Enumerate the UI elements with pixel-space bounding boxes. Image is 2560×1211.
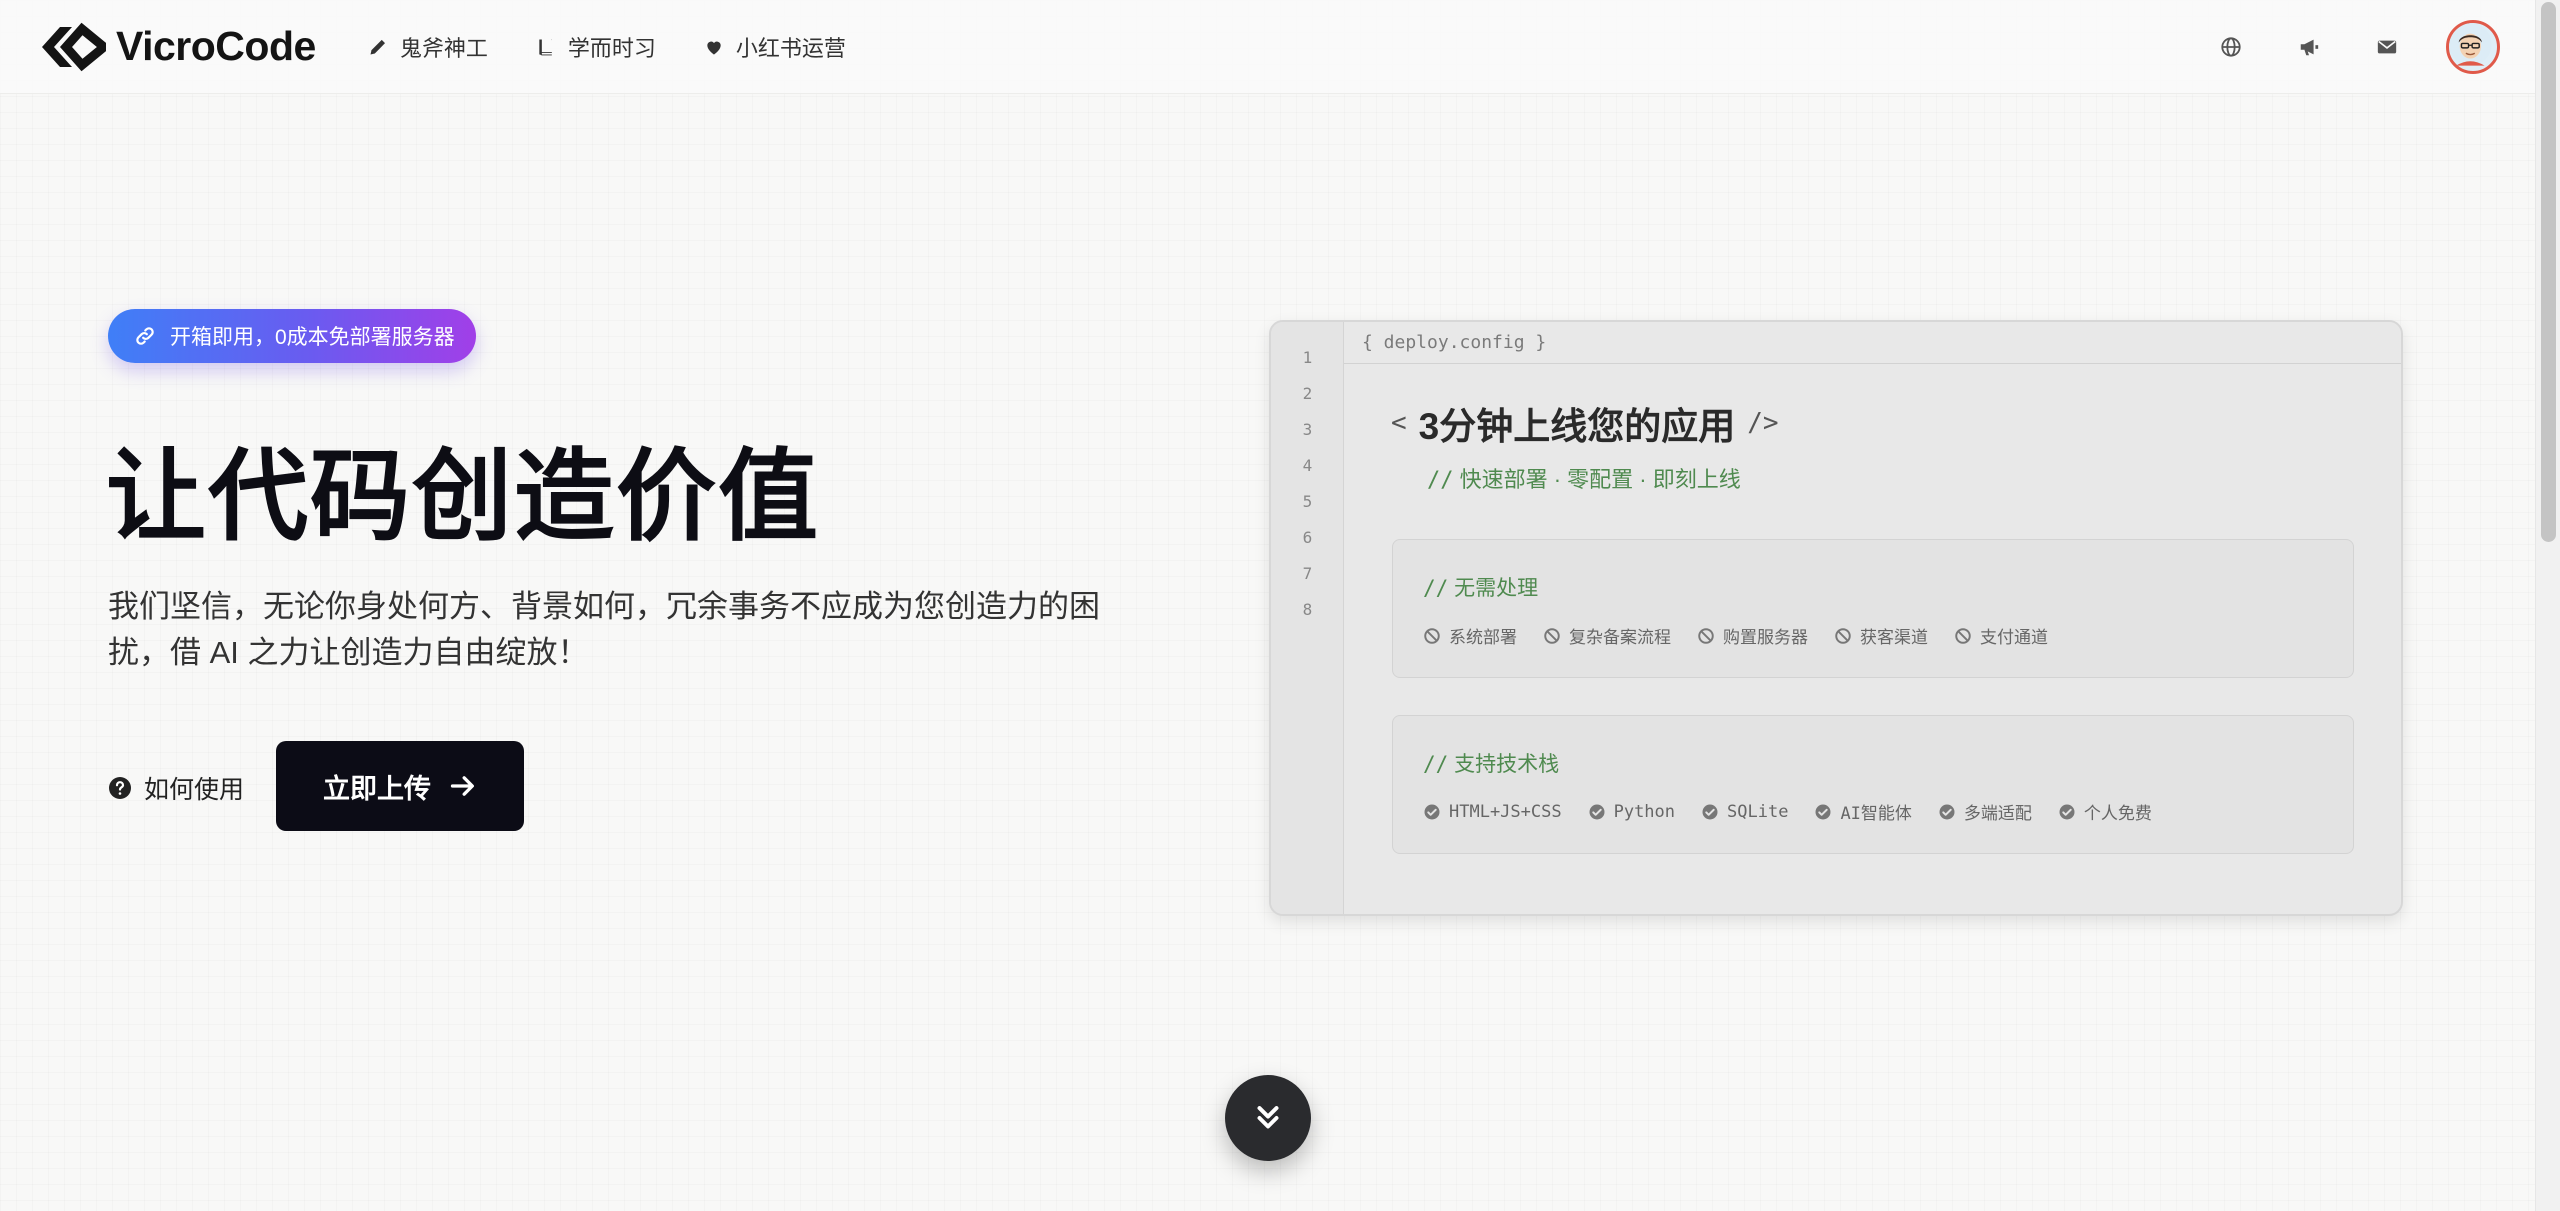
mail-icon[interactable]	[2376, 36, 2398, 58]
line-number: 6	[1302, 528, 1313, 547]
list-item: HTML+JS+CSS	[1423, 799, 1562, 824]
list-item-label: 个人免费	[2083, 804, 2152, 824]
logo[interactable]: VicroCode	[40, 21, 316, 73]
list-item-label: 系统部署	[1449, 628, 1517, 648]
page-scrollbar[interactable]	[2535, 0, 2560, 1211]
list-item-label: 获客渠道	[1860, 628, 1928, 648]
double-chevron-down-icon	[1257, 1106, 1279, 1129]
list-item: AI智能体	[1814, 799, 1912, 824]
ban-icon	[1544, 627, 1560, 644]
how-to-use-label: 如何使用	[144, 776, 245, 804]
check-circle-icon	[1702, 804, 1718, 819]
upload-button-label: 立即上传	[323, 773, 431, 804]
list-item: 购置服务器	[1697, 623, 1808, 648]
list-item: 复杂备案流程	[1543, 623, 1671, 648]
tag-close: />	[1747, 408, 1779, 438]
link-icon	[136, 327, 154, 345]
list-item: Python	[1588, 799, 1675, 824]
list-item-label: 复杂备案流程	[1569, 628, 1671, 648]
hero-description: 我们坚信，无论你身处何方、背景如何，冗余事务不应成为您创造力的困扰，借 AI 之…	[108, 589, 1100, 670]
vicrocode-logo-icon	[42, 22, 106, 71]
upload-now-button[interactable]: 立即上传	[276, 741, 524, 831]
file-tab: { deploy.config }	[1344, 322, 2401, 364]
block-title: // 支持技术栈	[1423, 748, 1559, 778]
line-number: 1	[1302, 348, 1313, 367]
scroll-down-button[interactable]	[1225, 1075, 1311, 1161]
top-navigation-bar: VicroCode 鬼斧神工 学而时习 小红书运营	[0, 0, 2535, 94]
how-to-use-link[interactable]: 如何使用	[108, 770, 244, 806]
list-item: 个人免费	[2058, 799, 2152, 824]
nav-item-label: 小红书运营	[735, 35, 846, 61]
check-circle-icon	[1424, 804, 1440, 819]
ban-icon	[1835, 627, 1851, 644]
pencil-icon	[370, 39, 385, 54]
header-actions	[2220, 0, 2535, 94]
line-number: 5	[1302, 492, 1313, 511]
line-number: 4	[1302, 456, 1313, 475]
nav-item-xueer[interactable]: 学而时习	[536, 31, 656, 63]
comment-prefix: //	[1423, 576, 1449, 600]
code-title: 3分钟上线您的应用	[1418, 406, 1736, 447]
line-number: 7	[1302, 564, 1313, 583]
check-circle-icon	[2059, 804, 2075, 819]
block-title: // 无需处理	[1423, 572, 1538, 602]
feature-badge: 开箱即用，0成本免部署服务器	[108, 309, 476, 363]
ban-icon	[1698, 627, 1714, 644]
list-item-label: 支付通道	[1980, 628, 2048, 648]
hero-title: 让代码创造价值	[106, 441, 820, 553]
logo-text: VicroCode	[116, 23, 316, 69]
no-need-block: // 无需处理 系统部署 复杂备案流程 购置服务器 获客渠道 支付通道	[1392, 539, 2354, 678]
user-avatar-icon	[2449, 23, 2492, 66]
line-number: 2	[1302, 384, 1313, 403]
code-subtitle: // 快速部署 · 零配置 · 即刻上线	[1427, 462, 1741, 494]
line-number-gutter: 1 2 3 4 5 6 7 8	[1271, 322, 1344, 914]
code-heading: < 3分钟上线您的应用 />	[1391, 396, 1779, 450]
list-item-label: Python	[1613, 801, 1676, 822]
list-item: 获客渠道	[1834, 623, 1928, 648]
question-circle-icon	[109, 777, 131, 799]
deploy-config-card: 1 2 3 4 5 6 7 8 { deploy.config } < 3分钟上…	[1269, 320, 2403, 916]
comment-prefix: //	[1423, 752, 1449, 776]
list-item: SQLite	[1701, 799, 1788, 824]
scrollbar-thumb[interactable]	[2541, 2, 2556, 542]
nav-item-guifu[interactable]: 鬼斧神工	[368, 31, 488, 63]
globe-icon[interactable]	[2220, 36, 2242, 58]
block-title-text: 无需处理	[1454, 577, 1539, 600]
check-circle-icon	[1939, 804, 1955, 819]
arrow-right-icon	[450, 776, 474, 796]
nav-item-xiaohongshu[interactable]: 小红书运营	[704, 31, 846, 63]
check-circle-icon	[1815, 804, 1831, 819]
ban-icon	[1955, 627, 1971, 644]
list-item: 系统部署	[1423, 623, 1517, 648]
comment-prefix: //	[1427, 468, 1454, 493]
tech-stack-block: // 支持技术栈 HTML+JS+CSS Python SQLite AI智能体	[1392, 715, 2354, 854]
list-item-label: 购置服务器	[1723, 628, 1808, 648]
ban-icon	[1424, 627, 1440, 644]
list-item-label: HTML+JS+CSS	[1449, 801, 1562, 822]
list-item-label: SQLite	[1727, 801, 1789, 822]
list-item-label: 多端适配	[1963, 804, 2032, 824]
line-number: 8	[1302, 600, 1313, 619]
subtitle-text: 快速部署 · 零配置 · 即刻上线	[1459, 467, 1741, 492]
megaphone-icon[interactable]	[2298, 36, 2320, 58]
book-icon	[539, 39, 552, 55]
list-item: 多端适配	[1938, 799, 2032, 824]
block-title-text: 支持技术栈	[1454, 753, 1560, 776]
list-item: 支付通道	[1954, 623, 2048, 648]
nav-item-label: 鬼斧神工	[399, 35, 488, 61]
avatar[interactable]	[2446, 20, 2500, 74]
nav-item-label: 学而时习	[567, 35, 656, 61]
tech-stack-list: HTML+JS+CSS Python SQLite AI智能体 多端适配 个人免…	[1423, 799, 2152, 824]
badge-text: 开箱即用，0成本免部署服务器	[170, 326, 455, 349]
no-need-list: 系统部署 复杂备案流程 购置服务器 获客渠道 支付通道	[1423, 623, 2048, 648]
check-circle-icon	[1589, 804, 1605, 819]
list-item-label: AI智能体	[1840, 804, 1912, 824]
heart-icon	[707, 41, 721, 54]
tag-open: <	[1391, 408, 1407, 438]
line-number: 3	[1302, 420, 1313, 439]
main-nav: 鬼斧神工 学而时习 小红书运营	[368, 31, 846, 63]
